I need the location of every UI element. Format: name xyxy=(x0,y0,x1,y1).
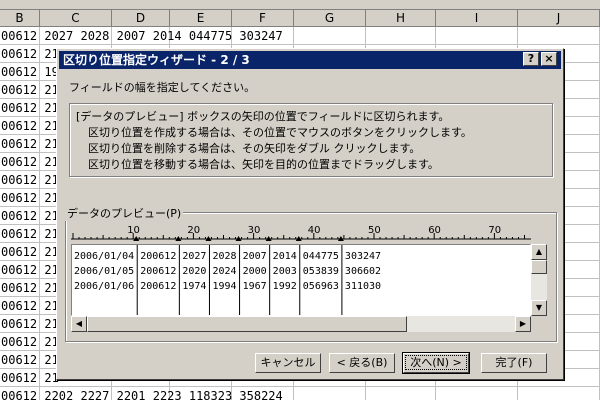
ruler-number: 70 xyxy=(488,225,501,236)
info-box: [データのプレビュー] ボックスの矢印の位置でフィールドに区切られます。 区切り… xyxy=(69,103,553,177)
cell-text[interactable]: 00612 19 xyxy=(1,63,59,81)
horizontal-scrollbar[interactable]: ◀ ▶ xyxy=(71,316,531,332)
next-label: 次へ(N) > xyxy=(405,355,467,370)
column-header[interactable]: E xyxy=(170,10,232,27)
column-header[interactable]: B xyxy=(0,10,40,27)
column-header[interactable]: G xyxy=(294,10,366,27)
info-line: [データのプレビュー] ボックスの矢印の位置でフィールドに区切られます。 xyxy=(76,110,450,123)
cell-text[interactable]: 00612 2202 2227 2201 2223 118323 358224 xyxy=(1,387,283,400)
horizontal-scroll-thumb[interactable] xyxy=(87,316,407,332)
cell-text[interactable]: 00612 21 xyxy=(1,225,59,243)
arrow-down-icon: ▼ xyxy=(535,303,543,312)
next-button[interactable]: 次へ(N) > xyxy=(402,352,470,374)
vertical-scroll-thumb[interactable] xyxy=(531,260,547,274)
cell-text[interactable]: 00612 21 xyxy=(1,297,59,315)
arrow-up-icon: ▲ xyxy=(535,247,543,256)
dialog-titlebar[interactable]: 区切り位置指定ウィザード - 2 / 3 xyxy=(59,51,561,69)
column-ruler[interactable]: 10 20 30 40 50 60 70 xyxy=(71,225,531,243)
ruler-number: 60 xyxy=(428,225,441,236)
finish-button[interactable]: 完了(F) xyxy=(481,353,547,373)
ruler-svg[interactable]: 10 20 30 40 50 60 70 xyxy=(71,225,531,243)
preview-label: データのプレビュー(P) xyxy=(65,205,184,221)
text-import-wizard-dialog: 区切り位置指定ウィザード - 2 / 3 ? × フィールドの幅を指定してくださ… xyxy=(56,48,564,380)
cell-text[interactable]: 00612 21 xyxy=(1,171,59,189)
scrollbar-corner xyxy=(531,316,547,332)
cell-text[interactable]: 00612 21 xyxy=(1,369,59,387)
cell-text[interactable]: 00612 21 xyxy=(1,153,59,171)
column-header[interactable]: F xyxy=(232,10,294,27)
info-line: 区切り位置を削除する場合は、その矢印をダブル クリックします。 xyxy=(88,142,421,155)
cell-text[interactable]: 00612 21 xyxy=(1,135,59,153)
cell-text[interactable]: 00612 21 xyxy=(1,81,59,99)
cancel-label: キャンセル xyxy=(260,356,316,369)
info-line: 区切り位置を作成する場合は、その位置でマウスのボタンをクリックします。 xyxy=(88,126,472,139)
scroll-down-button[interactable]: ▼ xyxy=(531,300,547,316)
cell-text[interactable]: 00612 21 xyxy=(1,279,59,297)
toolbar-strip xyxy=(0,0,600,10)
scroll-up-button[interactable]: ▲ xyxy=(531,244,547,260)
cell-text[interactable]: 00612 21 xyxy=(1,261,59,279)
cell-text[interactable]: 00612 21 xyxy=(1,333,59,351)
back-button[interactable]: < 戻る(B) xyxy=(329,353,395,373)
cell-text[interactable]: 00612 2027 2028 2007 2014 044775 303247 xyxy=(1,27,283,45)
help-button[interactable]: ? xyxy=(523,52,539,66)
ruler-number: 40 xyxy=(308,225,321,236)
break-lines[interactable] xyxy=(72,245,531,316)
cell-text[interactable]: 00612 21 xyxy=(1,207,59,225)
instruction-text: フィールドの幅を指定してください。 xyxy=(69,81,256,94)
back-label: < 戻る(B) xyxy=(336,356,388,369)
cell-text[interactable]: 00612 21 xyxy=(1,315,59,333)
cell-text[interactable]: 00612 21 xyxy=(1,243,59,261)
ruler-number: 50 xyxy=(368,225,381,236)
arrow-left-icon: ◀ xyxy=(75,319,83,328)
scroll-left-button[interactable]: ◀ xyxy=(71,316,87,332)
column-header[interactable]: I xyxy=(436,10,518,27)
ruler-number: 20 xyxy=(187,225,200,236)
column-header[interactable]: D xyxy=(112,10,170,27)
close-button[interactable]: × xyxy=(541,52,557,66)
cancel-button[interactable]: キャンセル xyxy=(255,353,321,373)
cell-text[interactable]: 00612 21 xyxy=(1,45,59,63)
arrow-right-icon: ▶ xyxy=(519,319,527,328)
dialog-title: 区切り位置指定ウィザード - 2 / 3 xyxy=(63,53,250,67)
cell-text[interactable]: 00612 21 xyxy=(1,117,59,135)
ruler-number: 30 xyxy=(248,225,261,236)
data-preview[interactable]: 2006/01/04 200612 2027 2028 2007 2014 04… xyxy=(71,244,531,316)
column-header[interactable]: J xyxy=(518,10,600,27)
cell-text[interactable]: 00612 21 xyxy=(1,189,59,207)
finish-label: 完了(F) xyxy=(495,356,533,369)
info-line: 区切り位置を移動する場合は、矢印を目的の位置までドラッグします。 xyxy=(88,158,439,171)
column-header[interactable]: C xyxy=(40,10,112,27)
ruler-number: 10 xyxy=(127,225,140,236)
close-icon: × xyxy=(544,52,554,65)
column-header[interactable]: H xyxy=(366,10,436,27)
scroll-right-button[interactable]: ▶ xyxy=(515,316,531,332)
vertical-scrollbar[interactable]: ▲ ▼ xyxy=(531,244,547,316)
help-icon: ? xyxy=(527,52,535,65)
cell-text[interactable]: 00612 21 xyxy=(1,99,59,117)
cell-text[interactable]: 00612 21 xyxy=(1,351,59,369)
